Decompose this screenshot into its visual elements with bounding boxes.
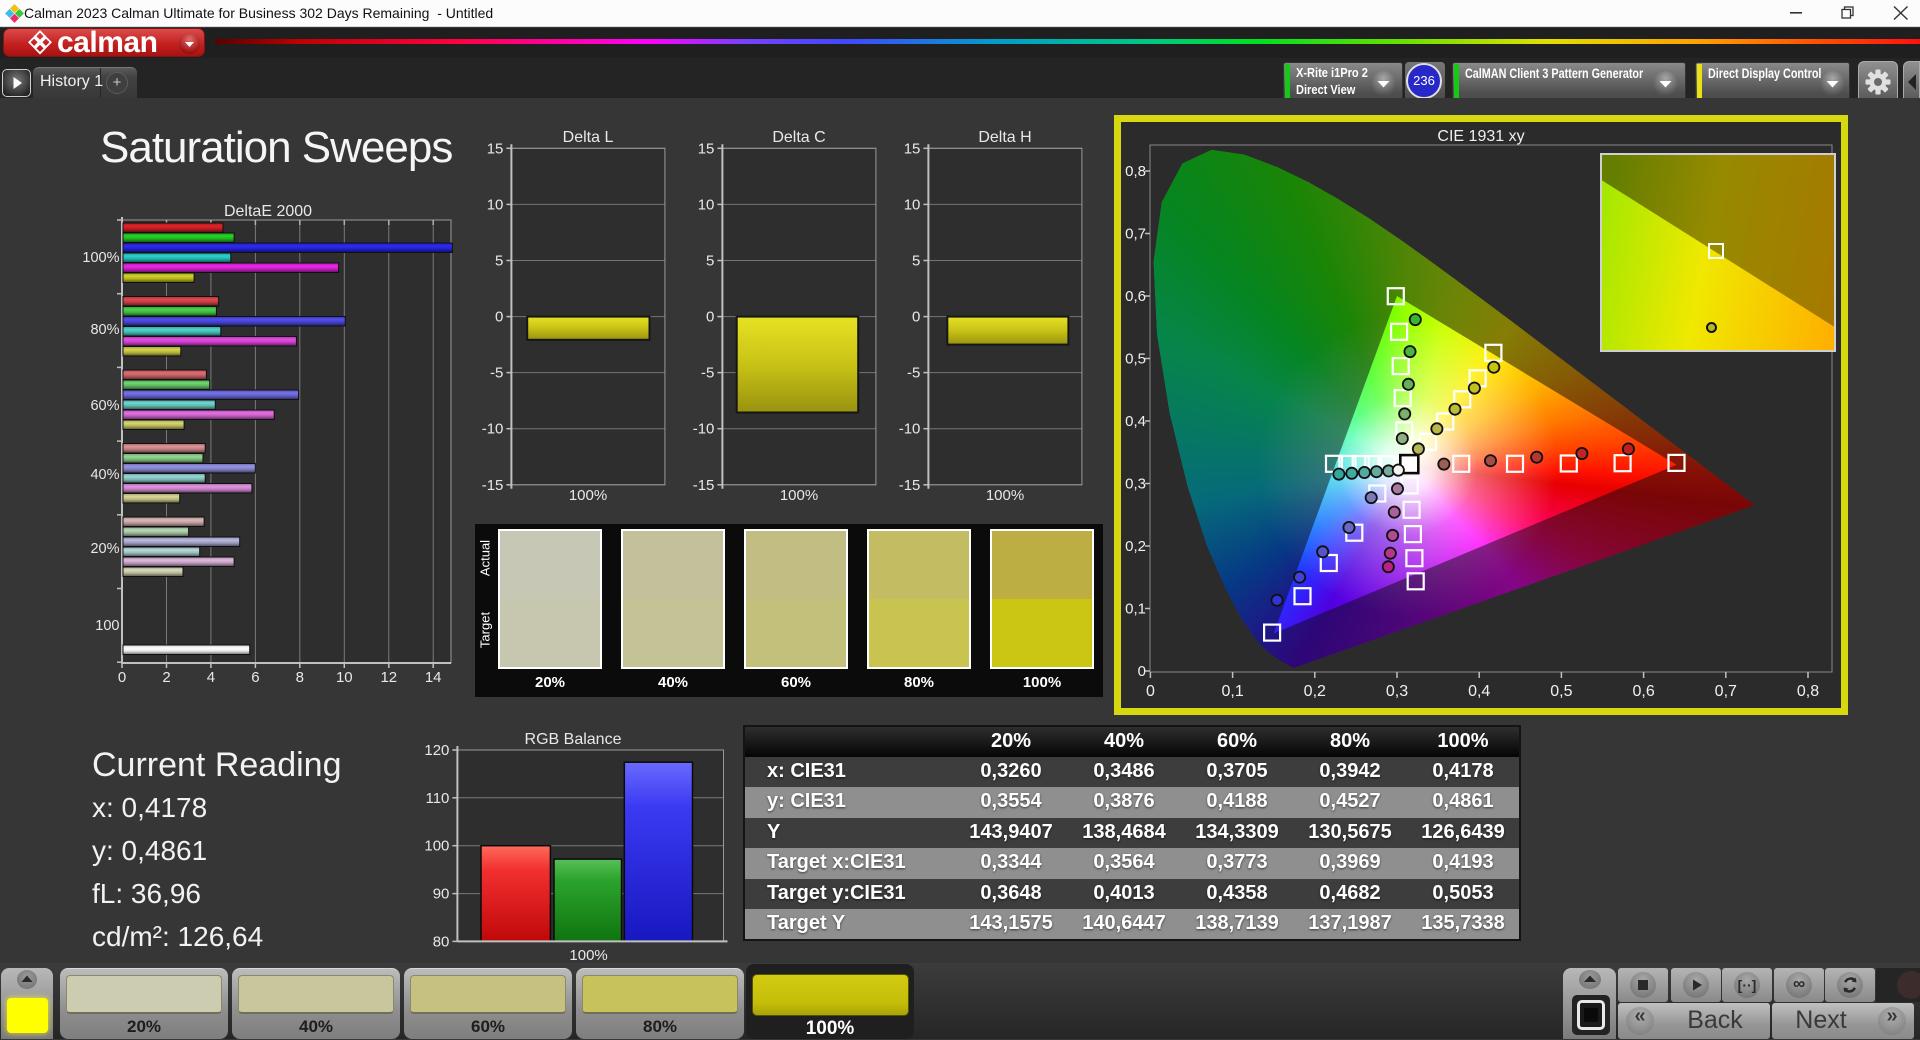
svg-text:90: 90	[433, 886, 450, 903]
svg-text:5: 5	[495, 253, 503, 270]
svg-text:0: 0	[1146, 683, 1155, 700]
svg-text:0,4: 0,4	[1125, 413, 1146, 430]
svg-text:100%: 100%	[569, 487, 607, 504]
svg-text:-5: -5	[490, 365, 503, 382]
svg-text:15: 15	[487, 140, 504, 157]
svg-text:2: 2	[162, 669, 170, 686]
svg-text:4: 4	[207, 669, 215, 686]
svg-text:80%: 80%	[90, 322, 119, 338]
svg-text:0,6: 0,6	[1125, 288, 1146, 305]
svg-text:80: 80	[433, 933, 450, 950]
svg-text:Delta H: Delta H	[978, 129, 1031, 146]
svg-text:0,1: 0,1	[1221, 683, 1243, 700]
svg-text:0,2: 0,2	[1125, 538, 1146, 555]
svg-text:15: 15	[698, 140, 715, 157]
svg-text:0,8: 0,8	[1125, 163, 1146, 180]
svg-text:Delta C: Delta C	[772, 129, 825, 146]
svg-text:60%: 60%	[90, 398, 119, 414]
svg-text:100%: 100%	[986, 487, 1024, 504]
svg-text:0,1: 0,1	[1125, 601, 1146, 618]
svg-text:14: 14	[425, 669, 442, 686]
svg-text:5: 5	[706, 253, 714, 270]
svg-text:-15: -15	[899, 477, 921, 494]
svg-text:-10: -10	[693, 421, 715, 438]
svg-text:100%: 100%	[780, 487, 818, 504]
svg-text:0,2: 0,2	[1304, 683, 1326, 700]
svg-text:0,4: 0,4	[1468, 683, 1490, 700]
svg-text:-10: -10	[899, 421, 921, 438]
svg-text:10: 10	[336, 669, 353, 686]
svg-text:8: 8	[296, 669, 304, 686]
svg-text:6: 6	[251, 669, 259, 686]
svg-text:0: 0	[118, 669, 126, 686]
svg-text:0,3: 0,3	[1125, 476, 1146, 493]
svg-text:RGB Balance: RGB Balance	[525, 731, 622, 748]
svg-text:0: 0	[706, 309, 714, 326]
svg-text:0,3: 0,3	[1386, 683, 1408, 700]
svg-text:40%: 40%	[90, 467, 119, 483]
svg-text:10: 10	[698, 196, 715, 213]
svg-text:Delta L: Delta L	[563, 129, 614, 146]
svg-text:-5: -5	[907, 365, 920, 382]
svg-text:12: 12	[380, 669, 397, 686]
svg-text:120: 120	[424, 742, 449, 759]
svg-text:100: 100	[424, 838, 449, 855]
svg-text:0,7: 0,7	[1715, 683, 1737, 700]
svg-text:0: 0	[1138, 663, 1146, 680]
svg-text:0: 0	[495, 309, 503, 326]
svg-text:0: 0	[912, 309, 920, 326]
svg-text:20%: 20%	[90, 541, 119, 557]
svg-text:10: 10	[904, 196, 921, 213]
svg-text:0,5: 0,5	[1125, 351, 1146, 368]
svg-text:-15: -15	[482, 477, 504, 494]
svg-text:0,5: 0,5	[1550, 683, 1572, 700]
svg-text:100%: 100%	[82, 250, 119, 266]
svg-text:0,6: 0,6	[1632, 683, 1654, 700]
svg-text:5: 5	[912, 253, 920, 270]
svg-text:DeltaE 2000: DeltaE 2000	[224, 203, 312, 220]
svg-text:100: 100	[95, 618, 119, 634]
svg-text:0,7: 0,7	[1125, 226, 1146, 243]
svg-text:15: 15	[904, 140, 921, 157]
svg-text:10: 10	[487, 196, 504, 213]
svg-text:100%: 100%	[569, 947, 607, 964]
svg-text:-10: -10	[482, 421, 504, 438]
svg-text:-5: -5	[701, 365, 714, 382]
svg-text:110: 110	[425, 790, 449, 807]
svg-text:0,8: 0,8	[1797, 683, 1819, 700]
svg-text:-15: -15	[693, 477, 715, 494]
